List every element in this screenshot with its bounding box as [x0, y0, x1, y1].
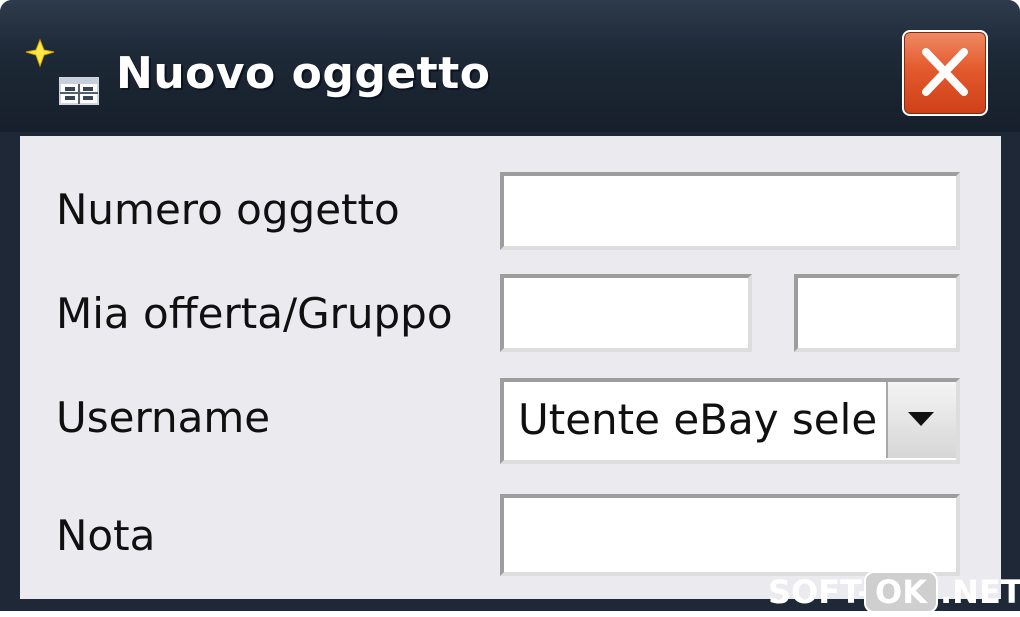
close-button[interactable] [902, 30, 988, 116]
item-number-label: Numero oggetto [56, 185, 400, 234]
title-bar[interactable]: Nuovo oggetto [0, 0, 1020, 132]
watermark-middle: OK [864, 571, 938, 613]
window-title: Nuovo oggetto [116, 48, 491, 99]
dialog-window: Nuovo oggetto Numero oggetto Mia offerta… [0, 0, 1020, 611]
note-label: Nota [56, 511, 156, 560]
item-number-input[interactable] [500, 172, 960, 250]
note-input[interactable] [500, 494, 960, 576]
username-selected-value: Utente eBay sele [518, 395, 878, 444]
group-input[interactable] [794, 274, 960, 352]
watermark-right: .NET [940, 573, 1020, 611]
new-item-icon [24, 36, 104, 106]
username-select[interactable]: Utente eBay sele [500, 378, 960, 464]
dialog-body: Numero oggetto Mia offerta/Gruppo Userna… [20, 136, 1001, 599]
bid-input[interactable] [500, 274, 752, 352]
username-label: Username [56, 393, 271, 442]
username-dropdown-button[interactable] [886, 382, 956, 458]
bid-group-label: Mia offerta/Gruppo [56, 289, 453, 338]
watermark-left: SOFT- [768, 573, 871, 611]
